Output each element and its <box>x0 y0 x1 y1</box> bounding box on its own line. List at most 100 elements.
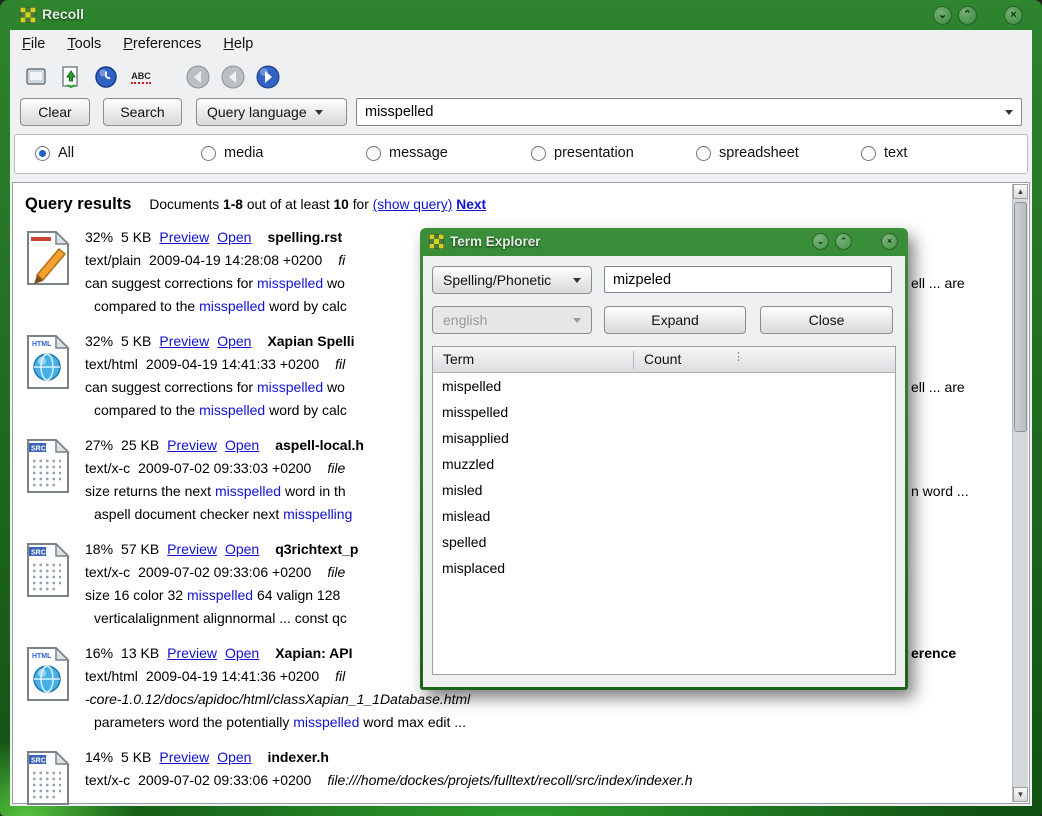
term-row[interactable]: mispelled <box>433 373 895 399</box>
radio-icon[interactable] <box>201 146 216 161</box>
chevron-down-icon <box>573 318 581 323</box>
query-language-select[interactable]: Query language <box>196 98 347 126</box>
radio-icon[interactable] <box>366 146 381 161</box>
term-row[interactable]: misspelled <box>433 399 895 425</box>
scrollbar-thumb[interactable] <box>1014 202 1027 432</box>
radio-icon[interactable] <box>696 146 711 161</box>
toolbar-prev-page-button[interactable] <box>219 63 247 91</box>
results-count-text: Documents <box>149 197 219 212</box>
dialog-minimize-button[interactable]: ⌄ <box>812 233 829 250</box>
radio-icon[interactable] <box>531 146 546 161</box>
window-titlebar[interactable]: Recoll ⌄ ⌃ × <box>0 0 1042 30</box>
term-row[interactable]: spelled <box>433 529 895 555</box>
abstract-highlight: misspelled <box>199 402 265 418</box>
term-search-box[interactable] <box>604 266 892 293</box>
category-filter-panel: All media message presentation spreadshe… <box>14 134 1028 174</box>
maximize-button[interactable]: ⌃ <box>958 6 977 25</box>
result-date: 2009-04-19 14:41:36 +0200 <box>146 668 319 684</box>
search-button[interactable]: Search <box>103 98 182 126</box>
open-link[interactable]: Open <box>225 645 259 661</box>
clear-button-label: Clear <box>38 104 71 120</box>
preview-link[interactable]: Preview <box>159 333 209 349</box>
clear-button[interactable]: Clear <box>20 98 90 126</box>
preview-link[interactable]: Preview <box>167 437 217 453</box>
expansion-mode-select[interactable]: Spelling/Phonetic <box>432 266 592 294</box>
preview-link[interactable]: Preview <box>159 229 209 245</box>
term-row[interactable]: misapplied <box>433 425 895 451</box>
results-scrollbar[interactable]: ▲ ▼ <box>1012 184 1028 802</box>
toolbar-term-explorer-button[interactable]: ABC <box>127 63 155 91</box>
open-link[interactable]: Open <box>225 437 259 453</box>
filter-radio-message[interactable]: message <box>366 145 448 161</box>
toolbar-first-page-button[interactable] <box>184 63 212 91</box>
term-input[interactable] <box>605 267 891 292</box>
minimize-button[interactable]: ⌄ <box>933 6 952 25</box>
term-row[interactable]: muzzled <box>433 451 895 477</box>
arrow-right-icon <box>255 64 281 90</box>
toolbar-document-history-button[interactable] <box>92 63 120 91</box>
result-url: file <box>327 460 345 476</box>
menu-item-file[interactable]: File <box>22 36 45 52</box>
menu-item-help[interactable]: Help <box>223 36 253 52</box>
dialog-maximize-button[interactable]: ⌃ <box>835 233 852 250</box>
toolbar-update-index-button[interactable] <box>57 63 85 91</box>
source-file-icon <box>25 751 71 805</box>
dialog-close-action-button[interactable]: Close <box>760 306 893 334</box>
show-query-link[interactable]: (show query) <box>373 197 453 212</box>
abstract-text: size returns the next <box>85 483 215 499</box>
scroll-up-button[interactable]: ▲ <box>1013 184 1028 199</box>
language-value: english <box>443 312 565 328</box>
maximize-icon: ⌃ <box>840 237 848 246</box>
open-link[interactable]: Open <box>217 749 251 765</box>
chevron-down-icon[interactable] <box>1005 110 1013 115</box>
preview-link[interactable]: Preview <box>167 541 217 557</box>
header-menu-icon[interactable]: ⋮ <box>733 350 744 363</box>
expand-button[interactable]: Expand <box>604 306 746 334</box>
open-link[interactable]: Open <box>217 229 251 245</box>
search-input[interactable] <box>357 104 1005 120</box>
column-header-term[interactable]: Term <box>443 351 474 367</box>
result-title: q3richtext_p <box>275 541 358 557</box>
minimize-icon: ⌄ <box>938 10 947 21</box>
filter-radio-all[interactable]: All <box>35 145 74 161</box>
menu-item-tools[interactable]: Tools <box>67 36 101 52</box>
toolbar-clear-search-button[interactable] <box>22 63 50 91</box>
expansion-mode-value: Spelling/Phonetic <box>443 272 565 288</box>
preview-link[interactable]: Preview <box>159 749 209 765</box>
result-score: 18% <box>85 541 113 557</box>
language-select[interactable]: english <box>432 306 592 334</box>
result-score: 32% <box>85 333 113 349</box>
result-item-6: 14%5 KBPreviewOpenindexer.h text/x-c2009… <box>19 747 1019 816</box>
close-button[interactable]: × <box>1004 6 1023 25</box>
toolbar-next-page-button[interactable] <box>254 63 282 91</box>
filter-radio-media[interactable]: media <box>201 145 264 161</box>
term-row[interactable]: mislead <box>433 503 895 529</box>
results-count-text: out of at least <box>247 197 330 212</box>
open-link[interactable]: Open <box>217 333 251 349</box>
maximize-icon: ⌃ <box>963 10 972 21</box>
filter-radio-spreadsheet[interactable]: spreadsheet <box>696 145 799 161</box>
next-page-link[interactable]: Next <box>456 197 486 212</box>
column-header-count[interactable]: Count <box>633 351 681 369</box>
table-body: mispelled misspelled misapplied muzzled … <box>433 373 895 674</box>
filter-radio-text[interactable]: text <box>861 145 907 161</box>
filter-radio-presentation[interactable]: presentation <box>531 145 634 161</box>
result-mime: text/x-c <box>85 772 130 788</box>
scroll-down-button[interactable]: ▼ <box>1013 787 1028 802</box>
radio-icon[interactable] <box>861 146 876 161</box>
open-link[interactable]: Open <box>225 541 259 557</box>
term-row[interactable]: misled <box>433 477 895 503</box>
search-entry-combobox[interactable] <box>356 98 1022 126</box>
result-url: fil <box>335 356 345 372</box>
radio-icon[interactable] <box>35 146 50 161</box>
chevron-down-icon <box>315 110 323 115</box>
clear-search-icon <box>24 65 48 89</box>
dialog-close-button[interactable]: × <box>881 233 898 250</box>
result-size: 57 KB <box>121 541 159 557</box>
preview-link[interactable]: Preview <box>167 645 217 661</box>
result-title: spelling.rst <box>267 229 342 245</box>
abstract-text: size 16 color 32 <box>85 587 187 603</box>
term-row[interactable]: misplaced <box>433 555 895 581</box>
dialog-titlebar[interactable]: Term Explorer ⌄ ⌃ × <box>420 228 908 256</box>
menu-item-preferences[interactable]: Preferences <box>123 36 201 52</box>
